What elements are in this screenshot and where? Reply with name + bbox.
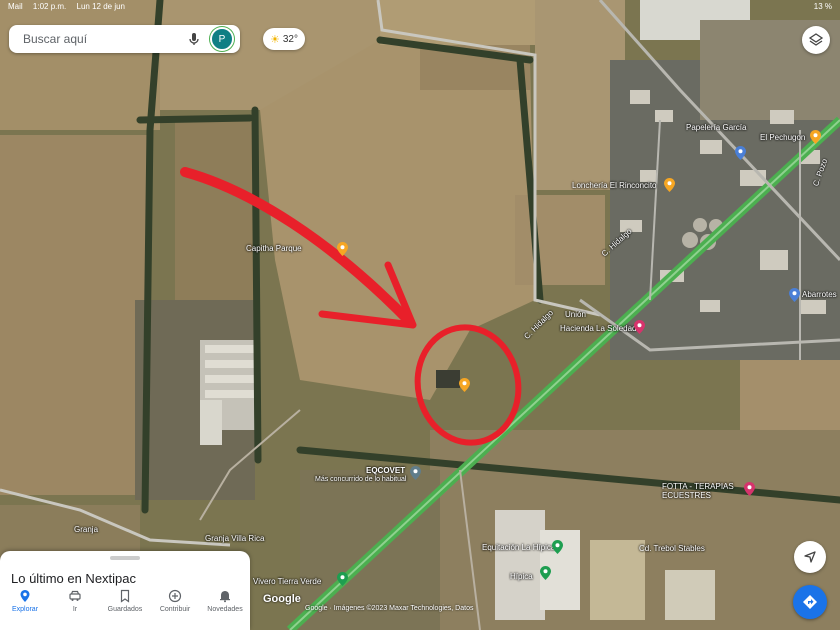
tab-explorar[interactable]: Explorar [0, 589, 50, 625]
status-time: 1:02 p.m. [32, 2, 67, 11]
battery-level: 13 % [813, 2, 832, 11]
place-label-papeleria[interactable]: Papelería García [686, 123, 746, 132]
place-label-trebol[interactable]: Cd. Trebol Stables [639, 544, 705, 553]
tab-contribuir[interactable]: Contribuir [150, 589, 200, 625]
place-pin-eqcovet-icon[interactable] [410, 466, 421, 480]
place-label-capitha[interactable]: Capitha Parque [246, 244, 302, 253]
tab-label: Contribuir [159, 606, 191, 613]
place-pin-capitha-icon[interactable] [337, 242, 348, 256]
place-label-terapias[interactable]: FOTTA - TERAPIAS ECUESTRES [662, 482, 757, 500]
place-label-villarica[interactable]: Granja Villa Rica [205, 534, 264, 543]
search-input[interactable]: Buscar aquí [23, 32, 186, 46]
layers-icon [808, 33, 824, 46]
place-label-eqcovet[interactable]: EQCOVET [366, 466, 405, 475]
place-label-hipica[interactable]: Hípica [510, 572, 533, 581]
weather-temp: 32° [282, 33, 298, 45]
tab-guardados[interactable]: Guardados [100, 589, 150, 625]
status-date: Lun 12 de jun [76, 2, 126, 11]
place-label-union: Unión [565, 310, 586, 319]
tab-label: Ir [72, 606, 78, 613]
car-icon [69, 590, 81, 601]
my-location-button[interactable] [794, 541, 826, 573]
avatar[interactable]: P [210, 27, 234, 51]
tab-novedades[interactable]: Novedades [200, 589, 250, 625]
place-pin-pechugon-icon[interactable] [810, 130, 821, 144]
navigation-arrow-icon [804, 551, 816, 563]
sheet-drag-handle[interactable] [110, 556, 140, 560]
weather-chip[interactable]: ☀ 32° [263, 28, 305, 50]
place-label-granja[interactable]: Granja [74, 525, 98, 534]
tab-label: Novedades [207, 606, 243, 613]
place-pin-hacienda-icon[interactable] [634, 320, 645, 334]
place-pin-hipica-icon[interactable] [540, 566, 551, 580]
place-pin-papeleria-icon[interactable] [735, 146, 746, 160]
bottom-nav: Explorar Ir Guardados Contribuir Novedad… [0, 589, 250, 625]
place-pin-terapias-icon[interactable] [744, 482, 755, 496]
place-pin-loncheria-icon[interactable] [664, 178, 675, 192]
layers-button[interactable] [802, 26, 830, 54]
status-bar: Mail 1:02 p.m. Lun 12 de jun 13 % [8, 2, 832, 14]
microphone-icon[interactable] [186, 31, 202, 47]
bottom-sheet[interactable]: Lo último en Nextipac Explorar Ir Guarda… [0, 551, 250, 630]
google-logo: Google [263, 593, 301, 605]
place-label-abarrotes[interactable]: Abarrotes [802, 290, 837, 299]
bell-icon [220, 591, 230, 603]
place-pin-vivero-icon[interactable] [337, 572, 348, 586]
place-sublabel-eqcovet: Más concurrido de lo habitual [315, 476, 407, 483]
tab-label: Explorar [11, 606, 39, 613]
place-pin-equitacion-icon[interactable] [552, 540, 563, 554]
directions-button[interactable] [793, 585, 827, 619]
bookmark-icon [120, 589, 130, 603]
pin-icon [20, 590, 30, 602]
place-label-pechugon[interactable]: El Pechugon [760, 133, 805, 142]
place-label-equitacion[interactable]: Equitación La Hípica [482, 543, 555, 552]
satellite-map[interactable] [0, 0, 840, 630]
tab-label: Guardados [107, 606, 143, 613]
tab-ir[interactable]: Ir [50, 589, 100, 625]
place-label-loncheria[interactable]: Lonchería El Rinconcito [572, 181, 657, 190]
place-pin-abarrotes-icon[interactable] [789, 288, 800, 302]
search-bar[interactable]: Buscar aquí P [9, 25, 240, 53]
weather-icon: ☀ [270, 33, 280, 46]
place-pin-marked-icon[interactable] [459, 378, 470, 392]
status-back-app[interactable]: Mail [8, 2, 23, 11]
directions-icon [803, 595, 817, 609]
place-label-vivero[interactable]: Vivero Tierra Verde [253, 577, 321, 586]
place-label-hacienda[interactable]: Hacienda La Soledad [560, 324, 637, 333]
map-copyright: Google · Imágenes ©2023 Maxar Technologi… [305, 605, 474, 612]
plus-circle-icon [168, 589, 182, 603]
sheet-title: Lo último en Nextipac [11, 571, 137, 586]
